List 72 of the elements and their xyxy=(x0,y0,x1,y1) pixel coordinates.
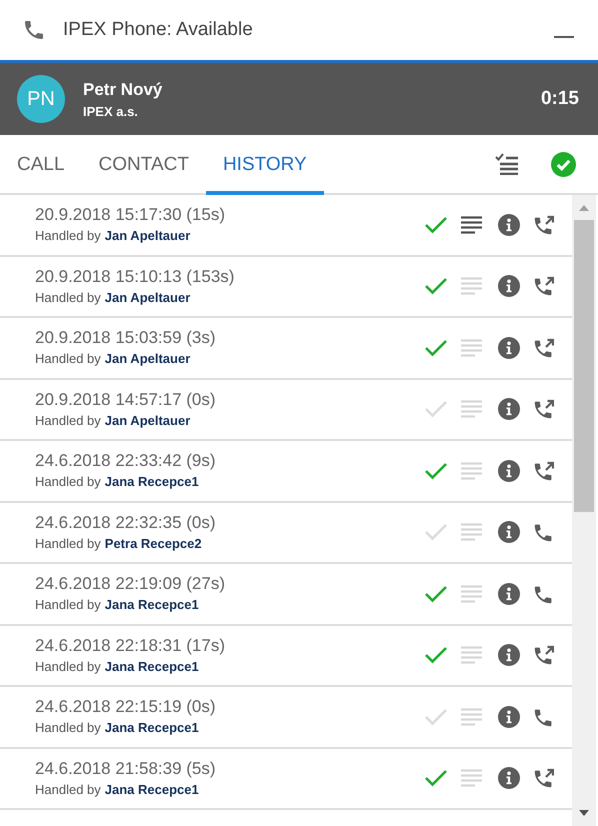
check-icon[interactable] xyxy=(424,460,448,481)
call-time: 24.6.2018 22:32:35 (0s) xyxy=(35,512,217,534)
check-icon[interactable] xyxy=(424,338,448,358)
info-icon[interactable] xyxy=(498,460,520,482)
outgoing-call-icon[interactable] xyxy=(532,214,554,236)
window-title: IPEX Phone: Available xyxy=(63,18,253,42)
agent-name: Jana Recepce1 xyxy=(104,658,199,676)
info-icon[interactable] xyxy=(498,398,520,420)
call-time: 24.6.2018 22:15:19 (0s) xyxy=(35,696,217,718)
call-time: 24.6.2018 22:18:31 (17s) xyxy=(35,634,226,657)
info-icon[interactable] xyxy=(498,521,520,544)
handled-label: Handled by xyxy=(35,534,101,553)
handled-label: Handled by xyxy=(35,473,101,492)
phone-icon xyxy=(22,18,46,42)
handled-label: Handled by xyxy=(35,596,101,614)
call-time: 24.6.2018 22:19:09 (27s) xyxy=(35,573,226,596)
call-time: 20.9.2018 14:57:17 (0s) xyxy=(35,388,217,411)
checklist-icon[interactable] xyxy=(495,153,519,175)
scrollbar-thumb[interactable] xyxy=(574,220,594,512)
tab[interactable]: CONTACT xyxy=(82,135,206,195)
call-duration: 0:15 xyxy=(540,86,579,111)
agent-name: Jana Recepce1 xyxy=(104,780,199,799)
agent-name: Jan Apeltauer xyxy=(104,412,190,430)
info-icon[interactable] xyxy=(498,582,520,605)
outgoing-call-icon[interactable] xyxy=(532,767,554,790)
handled-label: Handled by xyxy=(35,350,101,368)
check-icon[interactable] xyxy=(424,584,448,604)
handled-label: Handled by xyxy=(35,227,101,246)
info-icon[interactable] xyxy=(498,706,520,728)
info-icon[interactable] xyxy=(498,767,520,790)
tab[interactable]: HISTORY xyxy=(206,135,324,195)
handled-label: Handled by xyxy=(35,412,101,430)
avatar: PN xyxy=(17,75,65,123)
check-icon[interactable] xyxy=(424,276,448,296)
status-check-icon[interactable] xyxy=(551,152,576,176)
scrollbar[interactable] xyxy=(572,195,596,826)
agent-name: Petra Recepce2 xyxy=(104,534,202,553)
call-time: 24.6.2018 22:33:42 (9s) xyxy=(35,450,217,472)
agent-name: Jan Apeltauer xyxy=(104,350,190,368)
call-time: 24.6.2018 21:58:39 (5s) xyxy=(35,758,217,780)
check-icon[interactable] xyxy=(424,214,448,235)
check-icon[interactable] xyxy=(424,522,448,542)
handled-label: Handled by xyxy=(35,780,101,799)
agent-name: Jana Recepce1 xyxy=(104,719,199,738)
caller-name: Petr Nový xyxy=(83,78,162,100)
note-icon[interactable] xyxy=(461,216,483,234)
outgoing-call-icon[interactable] xyxy=(532,460,554,482)
outgoing-call-icon[interactable] xyxy=(532,398,554,420)
info-icon[interactable] xyxy=(498,336,520,359)
handled-label: Handled by xyxy=(35,288,101,307)
outgoing-call-icon[interactable] xyxy=(532,275,554,298)
agent-name: Jana Recepce1 xyxy=(104,473,199,492)
scroll-down-icon[interactable] xyxy=(579,810,589,816)
agent-name: Jan Apeltauer xyxy=(104,227,190,246)
agent-name: Jan Apeltauer xyxy=(104,288,190,307)
check-icon[interactable] xyxy=(424,399,448,420)
outgoing-call-icon[interactable] xyxy=(532,644,554,666)
check-icon[interactable] xyxy=(424,768,448,788)
info-icon[interactable] xyxy=(498,275,520,298)
info-icon[interactable] xyxy=(498,214,520,236)
check-icon[interactable] xyxy=(424,645,448,666)
call-time: 20.9.2018 15:17:30 (15s) xyxy=(35,204,226,226)
agent-name: Jana Recepce1 xyxy=(104,596,199,614)
call-time: 20.9.2018 15:03:59 (3s) xyxy=(35,327,217,350)
handled-label: Handled by xyxy=(35,658,101,676)
handled-label: Handled by xyxy=(35,719,101,738)
tab[interactable]: CALL xyxy=(0,135,82,195)
outgoing-call-icon[interactable] xyxy=(532,336,554,359)
check-icon[interactable] xyxy=(424,706,448,727)
caller-company: IPEX a.s. xyxy=(83,103,139,121)
info-icon[interactable] xyxy=(498,644,520,666)
call-time: 20.9.2018 15:10:13 (153s) xyxy=(35,266,236,288)
